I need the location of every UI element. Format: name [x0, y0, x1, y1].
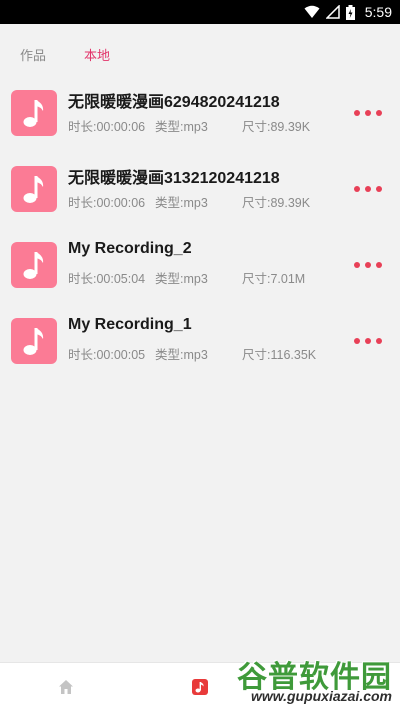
recording-size: 尺寸:89.39K [242, 120, 311, 134]
watermark-url: www.gupuxiazai.com [250, 688, 392, 704]
recording-type: 类型:mp3 [155, 348, 208, 362]
tab-bar: 作品 本地 [0, 24, 400, 80]
audio-thumbnail [11, 318, 57, 364]
recording-title: My Recording_1 [68, 316, 192, 333]
recording-size: 尺寸:89.39K [242, 196, 311, 210]
list-item[interactable]: 无限暖暖漫画6294820241218 时长:00:00:06 类型:mp3 尺… [0, 80, 400, 156]
recording-type: 类型:mp3 [155, 196, 208, 210]
audio-thumbnail [11, 242, 57, 288]
music-note-icon [23, 176, 44, 203]
list-item[interactable]: My Recording_1 时长:00:00:05 类型:mp3 尺寸:116… [0, 308, 400, 384]
music-note-icon [23, 328, 44, 355]
recording-duration: 时长:00:05:04 [68, 272, 146, 286]
music-note-icon [23, 252, 44, 279]
audio-thumbnail [11, 166, 57, 212]
home-icon [59, 680, 73, 694]
dot [365, 338, 371, 344]
list-item[interactable]: My Recording_2 时长:00:05:04 类型:mp3 尺寸:7.0… [0, 232, 400, 308]
tab-works[interactable]: 作品 [20, 45, 46, 64]
watermark: 谷普软件园 www.gupuxiazai.com [218, 652, 398, 710]
dot [365, 262, 371, 268]
nav-music-button[interactable] [192, 679, 208, 700]
dot [354, 262, 360, 268]
more-options-button[interactable] [354, 106, 382, 120]
status-bar: 5:59 [0, 0, 400, 24]
status-icons: 5:59 [304, 3, 392, 21]
recording-type: 类型:mp3 [155, 272, 208, 286]
dot [354, 186, 360, 192]
recording-size: 尺寸:7.01M [242, 272, 306, 286]
dot [376, 186, 382, 192]
recording-title: My Recording_2 [68, 240, 192, 257]
recording-duration: 时长:00:00:06 [68, 120, 146, 134]
status-time: 5:59 [364, 4, 392, 20]
more-options-button[interactable] [354, 258, 382, 272]
audio-thumbnail [11, 90, 57, 136]
recording-title: 无限暖暖漫画6294820241218 [68, 94, 280, 111]
more-options-button[interactable] [354, 334, 382, 348]
tab-local[interactable]: 本地 [84, 45, 110, 64]
dot [376, 110, 382, 116]
recording-duration: 时长:00:00:06 [68, 196, 146, 210]
recording-duration: 时长:00:00:05 [68, 348, 146, 362]
battery-icon [345, 4, 355, 20]
dot [365, 186, 371, 192]
dot [376, 338, 382, 344]
recording-size: 尺寸:116.35K [242, 348, 317, 362]
dot [365, 110, 371, 116]
music-note-icon [23, 100, 44, 127]
dot [376, 262, 382, 268]
recording-title: 无限暖暖漫画3132120241218 [68, 170, 280, 187]
dot [354, 338, 360, 344]
wifi-icon [304, 5, 320, 18]
dot [354, 110, 360, 116]
more-options-button[interactable] [354, 182, 382, 196]
nav-home-button[interactable] [58, 679, 74, 700]
music-note-icon [192, 679, 208, 695]
recording-type: 类型:mp3 [155, 120, 208, 134]
list-item[interactable]: 无限暖暖漫画3132120241218 时长:00:00:06 类型:mp3 尺… [0, 156, 400, 232]
signal-icon [325, 5, 340, 19]
